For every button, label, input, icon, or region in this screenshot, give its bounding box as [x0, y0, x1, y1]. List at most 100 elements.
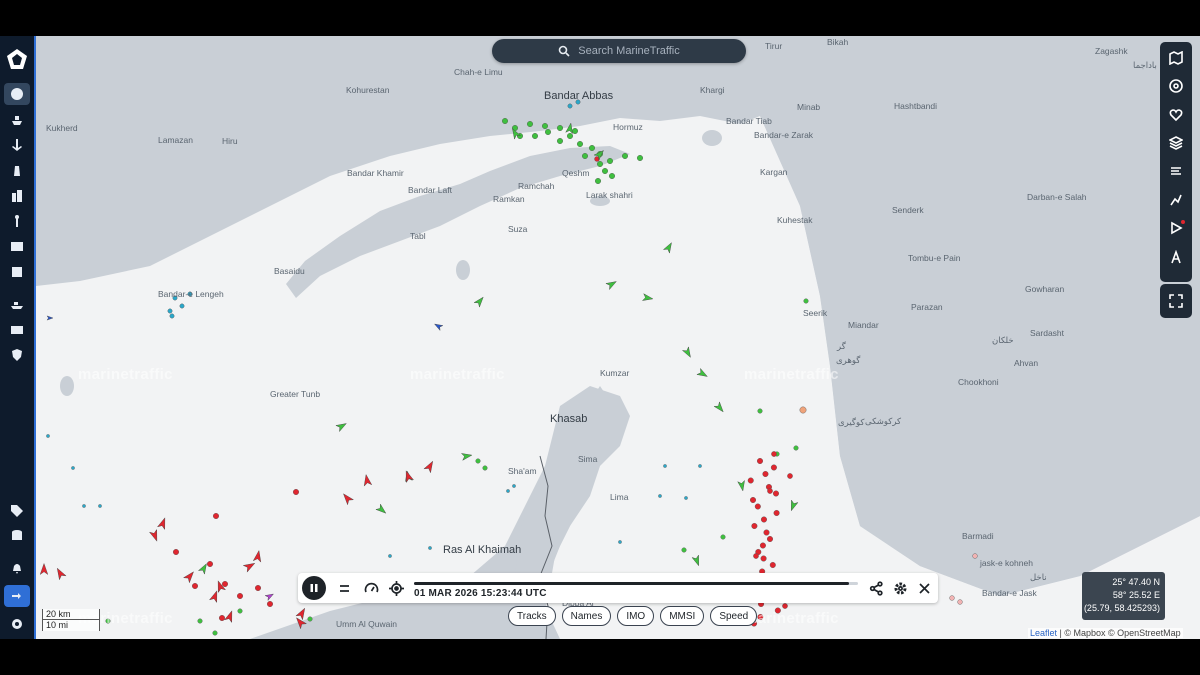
settings-button[interactable] [890, 578, 910, 598]
marinetraffic-logo-icon[interactable] [6, 48, 28, 70]
vessel-marker[interactable] [46, 434, 50, 438]
vessel-marker[interactable] [206, 561, 213, 568]
vessel-marker[interactable] [236, 593, 243, 600]
vessel-marker[interactable] [542, 122, 549, 129]
vessel-marker[interactable] [799, 406, 807, 414]
vessel-marker[interactable] [957, 599, 963, 605]
sidebar-photos-icon[interactable] [4, 235, 30, 257]
vessel-marker[interactable] [622, 152, 629, 159]
chip-speed[interactable]: Speed [710, 606, 758, 626]
chip-names[interactable]: Names [561, 606, 612, 626]
vessel-marker[interactable] [681, 547, 687, 553]
vessel-marker[interactable] [602, 167, 609, 174]
sidebar-globe-icon[interactable] [4, 83, 30, 105]
leaflet-link[interactable]: Leaflet [1030, 628, 1057, 638]
chip-imo[interactable]: IMO [617, 606, 655, 626]
vessel-marker[interactable] [972, 553, 978, 559]
vessel-marker[interactable] [532, 132, 539, 139]
vessel-marker[interactable] [759, 542, 766, 549]
vessel-marker[interactable] [684, 496, 688, 500]
sidebar-anchor-icon[interactable] [4, 134, 30, 156]
vessel-marker[interactable] [609, 172, 616, 179]
vessel-marker[interactable] [618, 540, 622, 544]
vessel-marker[interactable] [720, 534, 726, 540]
chip-mmsi[interactable]: MMSI [660, 606, 705, 626]
vessel-marker[interactable] [475, 458, 481, 464]
vessel-marker[interactable] [567, 132, 574, 139]
sidebar-fleet-icon[interactable] [4, 293, 30, 315]
vessel-marker[interactable] [582, 152, 589, 159]
vessel-marker[interactable] [307, 616, 313, 622]
search-bar[interactable]: Search MarineTraffic [492, 39, 746, 63]
vessel-marker[interactable] [607, 157, 614, 164]
vessel-marker[interactable] [567, 103, 573, 109]
pause-button[interactable] [302, 576, 326, 600]
vessel-marker[interactable] [237, 608, 243, 614]
vessel-marker[interactable] [267, 601, 274, 608]
vessel-marker[interactable] [763, 529, 770, 536]
vessel-marker[interactable] [767, 488, 773, 494]
vessel-marker[interactable] [772, 490, 779, 497]
vessel-marker[interactable] [218, 615, 225, 622]
vessel-marker[interactable] [293, 489, 300, 496]
vessel-marker[interactable] [769, 562, 776, 569]
speed-button[interactable] [361, 578, 381, 598]
vessel-marker[interactable] [803, 298, 809, 304]
sidebar-buildings-icon[interactable] [4, 185, 30, 207]
sidebar-vessel-icon[interactable] [4, 109, 30, 131]
vessel-marker[interactable] [698, 464, 702, 468]
sidebar-antenna-icon[interactable] [4, 210, 30, 232]
vessel-marker[interactable] [949, 595, 955, 601]
locate-button[interactable] [386, 578, 406, 598]
vessel-marker[interactable] [197, 618, 203, 624]
vessel-marker[interactable] [482, 465, 488, 471]
vessel-marker[interactable] [793, 445, 799, 451]
map-layers-icon[interactable] [1162, 45, 1190, 71]
vessel-marker[interactable] [751, 523, 758, 530]
sidebar-bell-icon[interactable] [4, 557, 30, 579]
vessel-marker[interactable] [557, 124, 564, 131]
sidebar-news-icon[interactable] [4, 261, 30, 283]
vessel-marker[interactable] [747, 477, 754, 484]
vessel-marker[interactable] [757, 408, 763, 414]
overlays-icon[interactable] [1162, 73, 1190, 99]
vessel-marker[interactable] [762, 471, 769, 478]
vessel-marker[interactable] [167, 308, 173, 314]
vessel-marker[interactable] [589, 144, 596, 151]
vessel-marker[interactable] [787, 473, 793, 479]
vessel-marker[interactable] [191, 583, 198, 590]
vessel-marker[interactable] [750, 497, 757, 504]
vessel-marker[interactable] [572, 127, 579, 134]
chip-tracks[interactable]: Tracks [508, 606, 556, 626]
favorites-heart-icon[interactable] [1162, 102, 1190, 128]
vessel-marker[interactable] [760, 555, 767, 562]
vessel-marker[interactable] [773, 510, 780, 517]
play-icon[interactable] [1162, 215, 1190, 241]
sidebar-database-icon[interactable] [4, 525, 30, 547]
close-button[interactable] [914, 578, 934, 598]
sidebar-tag-icon[interactable] [4, 500, 30, 522]
vessel-marker[interactable] [595, 177, 602, 184]
vessel-marker[interactable] [754, 503, 761, 510]
vessel-marker[interactable] [169, 313, 175, 319]
sidebar-lighthouse-icon[interactable] [4, 159, 30, 181]
share-button[interactable] [866, 578, 886, 598]
vessel-marker[interactable] [506, 489, 510, 493]
vessel-marker[interactable] [663, 464, 667, 468]
measure-icon[interactable] [1162, 244, 1190, 270]
vessel-marker[interactable] [172, 549, 179, 556]
weather-icon[interactable] [1162, 158, 1190, 184]
vessel-marker[interactable] [98, 504, 102, 508]
vessel-marker[interactable] [658, 494, 662, 498]
vessel-marker[interactable] [770, 464, 777, 471]
vessel-marker[interactable] [212, 513, 219, 520]
swap-button[interactable] [334, 578, 354, 598]
vessel-marker[interactable] [71, 466, 75, 470]
vessel-marker[interactable] [771, 451, 777, 457]
sidebar-settings-icon[interactable] [4, 613, 30, 635]
vessel-marker[interactable] [757, 458, 764, 465]
vessel-marker[interactable] [512, 484, 516, 488]
timeline-slider[interactable] [414, 582, 858, 585]
fullscreen-button[interactable] [1160, 284, 1192, 318]
vessel-marker[interactable] [766, 536, 773, 543]
